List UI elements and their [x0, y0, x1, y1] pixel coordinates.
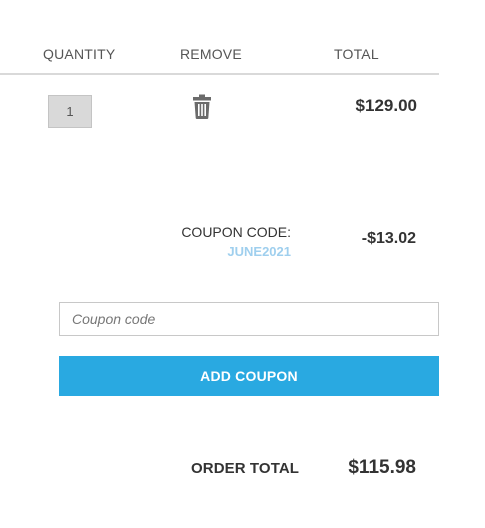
coupon-code-label: COUPON CODE: — [181, 224, 291, 240]
quantity-column-header: QUANTITY — [43, 46, 116, 62]
trash-icon — [193, 94, 211, 119]
line-item-total: $129.00 — [355, 96, 417, 115]
remove-column-header: REMOVE — [180, 46, 242, 62]
total-column-header: TOTAL — [334, 46, 379, 62]
add-coupon-button[interactable]: ADD COUPON — [59, 356, 439, 396]
remove-item-button[interactable] — [191, 94, 213, 120]
quantity-field[interactable]: 1 — [48, 95, 92, 128]
header-divider — [0, 73, 439, 75]
applied-coupon-code: JUNE2021 — [227, 244, 291, 259]
order-total-value: $115.98 — [348, 457, 416, 478]
coupon-discount-amount: -$13.02 — [361, 230, 416, 247]
coupon-code-input[interactable] — [59, 302, 439, 336]
order-total-label: ORDER TOTAL — [191, 460, 300, 477]
